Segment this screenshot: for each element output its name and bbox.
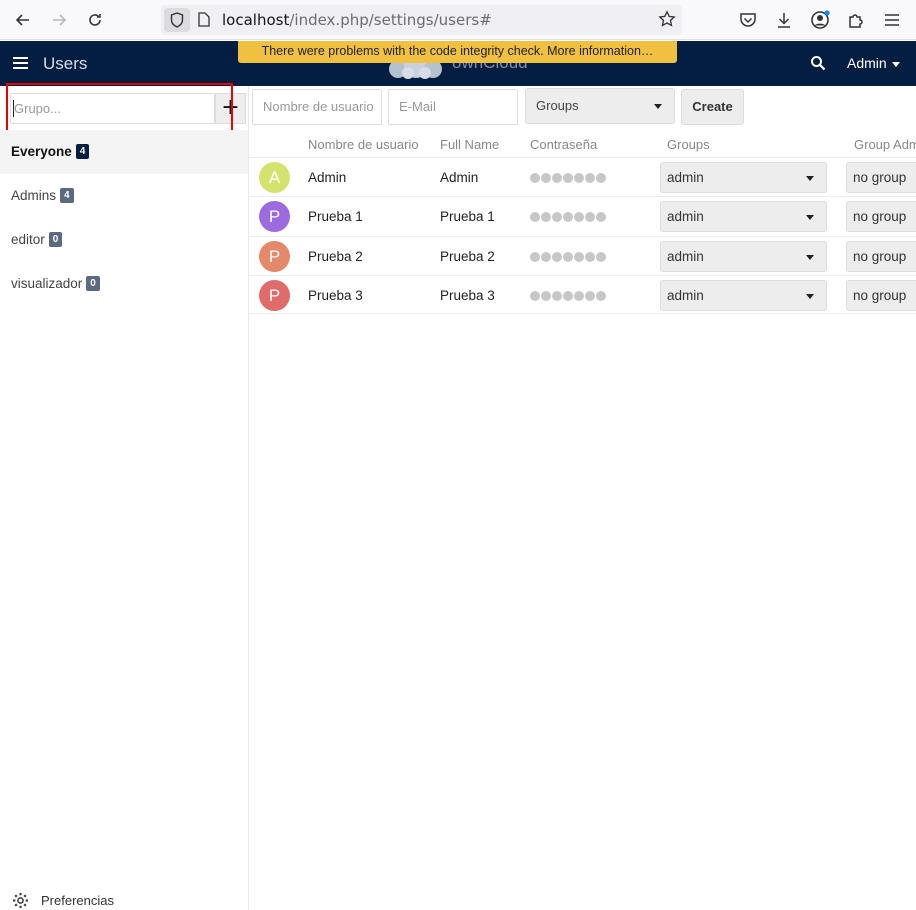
groups-select-label: Groups [536, 98, 579, 113]
group-admin-select[interactable]: no group [846, 201, 916, 232]
extensions-icon[interactable] [845, 9, 867, 31]
group-count-badge: 0 [48, 231, 63, 247]
column-header-groups: Groups [667, 137, 710, 152]
shield-icon[interactable] [164, 8, 190, 32]
group-admin-value: no group [853, 288, 907, 303]
user-groups-select[interactable]: admin [660, 162, 827, 193]
preferences-link[interactable]: Preferencias [12, 892, 114, 909]
user-groups-select[interactable]: admin [660, 241, 827, 272]
create-user-button[interactable]: Create [681, 89, 744, 125]
groups-value: admin [667, 288, 704, 303]
column-header-username[interactable]: Nombre de usuario [308, 137, 419, 152]
password-cell[interactable] [530, 291, 607, 301]
group-count-badge: 0 [86, 275, 100, 291]
search-icon[interactable] [810, 55, 826, 75]
caret-down-icon [806, 294, 814, 299]
app-menu-icon[interactable] [881, 9, 903, 31]
table-row: P Prueba 1 Prueba 1 admin no group [249, 196, 916, 235]
group-name: editor [11, 232, 45, 247]
caret-down-icon [654, 104, 662, 109]
groups-sidebar: Grupo... + Everyone 4 Admins 4 editor 0 vis… [0, 83, 249, 910]
username-cell: Prueba 2 [308, 249, 363, 264]
group-admin-value: no group [853, 170, 907, 185]
avatar: P [259, 280, 290, 311]
column-header-fullname[interactable]: Full Name [440, 137, 499, 152]
groups-value: admin [667, 170, 704, 185]
caret-down-icon [806, 176, 814, 181]
url-bar[interactable]: localhost/index.php/settings/users# [161, 5, 682, 35]
download-icon[interactable] [773, 9, 795, 31]
table-row: P Prueba 3 Prueba 3 admin no group [249, 275, 916, 314]
fullname-cell[interactable]: Admin [440, 170, 478, 185]
new-username-input[interactable]: Nombre de usuario [252, 89, 382, 125]
bookmark-star-icon[interactable] [658, 10, 676, 32]
reload-icon[interactable] [82, 8, 108, 32]
group-admin-select[interactable]: no group [846, 280, 916, 311]
forward-icon[interactable] [46, 8, 72, 32]
avatar: A [259, 162, 290, 193]
user-menu-label: Admin [847, 55, 887, 71]
browser-toolbar: localhost/index.php/settings/users# [0, 0, 916, 40]
table-row: P Prueba 2 Prueba 2 admin no group [249, 236, 916, 275]
group-count-badge: 4 [75, 143, 90, 159]
group-item-editor[interactable]: editor 0 [0, 218, 248, 262]
username-cell: Admin [308, 170, 347, 185]
group-name: Admins [11, 188, 57, 203]
new-user-groups-select[interactable]: Groups [525, 88, 675, 124]
username-cell: Prueba 3 [308, 288, 363, 303]
group-admin-value: no group [853, 209, 907, 224]
group-name: Everyone [11, 144, 72, 159]
caret-down-icon [891, 61, 900, 67]
back-icon[interactable] [10, 8, 36, 32]
user-groups-select[interactable]: admin [660, 280, 827, 311]
password-cell[interactable] [530, 173, 607, 183]
page-icon [198, 12, 210, 31]
avatar: P [259, 201, 290, 232]
groups-value: admin [667, 249, 704, 264]
fullname-cell[interactable]: Prueba 1 [440, 209, 495, 224]
group-name: visualizador [11, 276, 83, 291]
group-item-visualizador[interactable]: visualizador 0 [0, 262, 248, 306]
password-cell[interactable] [530, 252, 607, 262]
group-admin-select[interactable]: no group [846, 162, 916, 193]
url-text: localhost/index.php/settings/users# [222, 11, 492, 29]
account-icon[interactable] [809, 9, 831, 31]
group-count-badge: 4 [60, 187, 74, 203]
new-email-input[interactable]: E-Mail [388, 89, 518, 125]
caret-down-icon [806, 255, 814, 260]
app-header: Users ownCloud There were problems with … [0, 41, 916, 86]
app-title[interactable]: Users [43, 54, 87, 74]
hamburger-menu-icon[interactable] [12, 55, 29, 74]
table-row: A Admin Admin admin no group [249, 157, 916, 196]
user-groups-select[interactable]: admin [660, 201, 827, 232]
avatar: P [259, 241, 290, 272]
group-item-admins[interactable]: Admins 4 [0, 174, 248, 218]
username-cell: Prueba 1 [308, 209, 363, 224]
gear-icon [13, 893, 28, 908]
add-group-button[interactable]: + [215, 93, 246, 124]
group-admin-select[interactable]: no group [846, 241, 916, 272]
fullname-cell[interactable]: Prueba 3 [440, 288, 495, 303]
column-header-password: Contraseña [530, 137, 598, 152]
group-item-everyone[interactable]: Everyone 4 [0, 130, 248, 174]
password-cell[interactable] [530, 212, 607, 222]
fullname-cell[interactable]: Prueba 2 [440, 249, 495, 264]
group-admin-value: no group [853, 249, 907, 264]
preferences-label: Preferencias [41, 893, 114, 908]
user-menu[interactable]: Admin [847, 55, 900, 71]
column-header-group-admin: Group Admin [854, 137, 916, 152]
pocket-icon[interactable] [737, 9, 759, 31]
new-group-input[interactable]: Grupo... [10, 93, 215, 124]
groups-value: admin [667, 209, 704, 224]
caret-down-icon [806, 215, 814, 220]
integrity-warning-banner[interactable]: There were problems with the code integr… [238, 41, 677, 63]
